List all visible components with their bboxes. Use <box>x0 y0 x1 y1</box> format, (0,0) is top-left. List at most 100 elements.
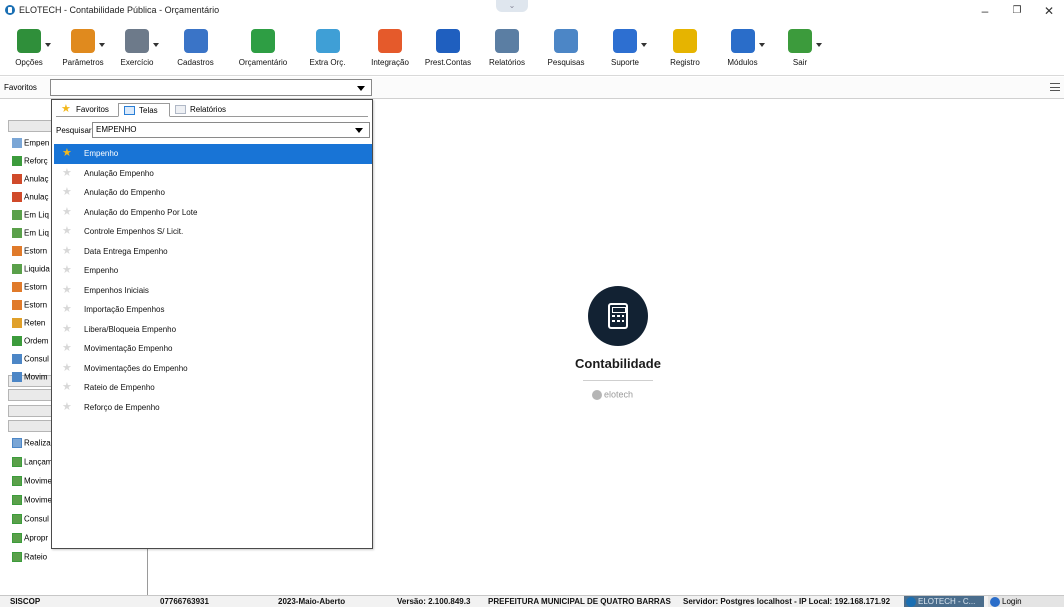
result-item[interactable]: ★ Libera/Bloqueia Empenho <box>54 320 372 340</box>
result-item[interactable]: ★ Controle Empenhos S/ Licit. <box>54 222 372 242</box>
result-item[interactable]: ★ Rateio de Empenho <box>54 378 372 398</box>
tab-telas[interactable]: Telas <box>118 103 170 117</box>
minimize-button[interactable]: – <box>970 0 1000 22</box>
panel-list-item[interactable]: Consul <box>12 354 52 372</box>
result-item[interactable]: ★ Movimentação Empenho <box>54 339 372 359</box>
panel-list-item[interactable]: Estorn <box>12 246 52 264</box>
tab-favoritos[interactable]: ★ Favoritos <box>56 103 118 117</box>
star-icon[interactable]: ★ <box>62 359 72 378</box>
status-system: SISCOP <box>10 597 41 606</box>
star-icon[interactable]: ★ <box>62 222 72 241</box>
panel-list-item[interactable]: Anulaç <box>12 174 52 192</box>
star-icon[interactable]: ★ <box>62 183 72 202</box>
panel-list-item[interactable]: Em Liq <box>12 210 52 228</box>
star-icon[interactable]: ★ <box>62 144 72 163</box>
result-item[interactable]: ★ Reforço de Empenho <box>54 398 372 418</box>
toolbar-budget-chart-button[interactable]: Orçamentário <box>230 27 296 73</box>
toolbar-modules-button[interactable]: Módulos <box>715 27 770 73</box>
star-icon[interactable]: ★ <box>62 242 72 261</box>
tab-relatorios[interactable]: Relatórios <box>170 103 236 117</box>
result-item[interactable]: ★ Anulação do Empenho <box>54 183 372 203</box>
chevron-down-icon[interactable] <box>758 43 765 47</box>
close-button[interactable]: ✕ <box>1034 0 1064 22</box>
taskbar-elotech-button[interactable]: ELOTECH - C... <box>904 596 984 607</box>
star-icon[interactable]: ★ <box>62 320 72 339</box>
star-icon[interactable]: ★ <box>62 378 72 397</box>
panel-list-item[interactable]: Realiza <box>12 438 52 456</box>
document-icon <box>12 552 22 562</box>
search-input[interactable]: EMPENHO <box>92 122 370 138</box>
favorites-select[interactable] <box>50 79 372 96</box>
document-icon <box>12 246 22 256</box>
result-item[interactable]: ★ Empenhos Iniciais <box>54 281 372 301</box>
toolbar-accountability-button[interactable]: Prest.Contas <box>420 27 476 73</box>
toolbar-item-label: Suporte <box>610 58 640 67</box>
toolbar-integration-button[interactable]: Integração <box>365 27 415 73</box>
toolbar-extra-budget-button[interactable]: Extra Orç. <box>300 27 355 73</box>
result-item[interactable]: ★ Importação Empenhos <box>54 300 372 320</box>
popup-tabs: ★ Favoritos Telas Relatórios <box>56 103 368 117</box>
star-icon[interactable]: ★ <box>62 398 72 417</box>
star-icon[interactable]: ★ <box>62 164 72 183</box>
result-item[interactable]: ★ Empenho <box>54 261 372 281</box>
toolbar-reports-button[interactable]: Relatórios <box>484 27 530 73</box>
status-code: 07766763931 <box>160 597 209 606</box>
chevron-down-icon[interactable] <box>153 43 159 47</box>
results-list: ★ Empenho ★ Anulação Empenho ★ Anulação do Em… <box>54 144 372 417</box>
toolbar-parameters-button[interactable]: Parâmetros <box>57 27 109 73</box>
panel-list-item[interactable]: Lançam <box>12 457 52 475</box>
panel-item-label: Reten <box>24 318 46 328</box>
panel-list-item[interactable]: Movim <box>12 372 52 390</box>
star-icon[interactable]: ★ <box>62 339 72 358</box>
panel-item-label: Em Liq <box>24 228 49 238</box>
result-item[interactable]: ★ Data Entrega Empenho <box>54 242 372 262</box>
menu-icon[interactable] <box>1050 83 1060 91</box>
star-icon: ★ <box>61 103 71 115</box>
status-period: 2023-Maio-Aberto <box>278 597 346 606</box>
chevron-down-icon[interactable] <box>99 43 105 47</box>
chevron-down-icon[interactable] <box>816 43 822 47</box>
star-icon[interactable]: ★ <box>62 261 72 280</box>
panel-list-item[interactable]: Rateio <box>12 552 52 570</box>
toolbar-support-button[interactable]: Suporte <box>600 27 650 73</box>
maximize-button[interactable]: ❐ <box>1002 0 1032 22</box>
result-item[interactable]: ★ Movimentações do Empenho <box>54 359 372 379</box>
panel-list-item[interactable]: Movime <box>12 476 52 494</box>
document-icon <box>12 533 22 543</box>
panel-list-item[interactable]: Reforç <box>12 156 52 174</box>
star-icon[interactable]: ★ <box>62 281 72 300</box>
star-icon[interactable]: ★ <box>62 300 72 319</box>
chevron-down-icon[interactable]: ⌄ <box>496 0 528 12</box>
extra-budget-icon <box>315 29 340 53</box>
panel-list-item[interactable]: Movime <box>12 495 52 513</box>
panel-list-item[interactable]: Estorn <box>12 282 52 300</box>
panel-list-item[interactable]: Ordem <box>12 336 52 354</box>
toolbar-exit-button[interactable]: Sair <box>780 27 822 73</box>
dropdown-arrow-icon[interactable] <box>355 128 363 133</box>
result-item[interactable]: ★ Anulação do Empenho Por Lote <box>54 203 372 223</box>
toolbar-search-db-button[interactable]: Pesquisas <box>540 27 592 73</box>
toolbar-calendar-button[interactable]: Exercício <box>112 27 162 73</box>
panel-list-item[interactable]: Empen <box>12 138 52 156</box>
taskbar-login-button[interactable]: Login <box>988 596 1064 607</box>
result-item-label: Libera/Bloqueia Empenho <box>84 324 177 334</box>
result-item[interactable]: ★ Anulação Empenho <box>54 164 372 184</box>
toolbar-options-button[interactable]: Opções <box>4 27 54 73</box>
panel-list-item[interactable]: Em Liq <box>12 228 52 246</box>
toolbar-lock-button[interactable]: Registro <box>662 27 708 73</box>
panel-list-item[interactable]: Apropr <box>12 533 52 551</box>
toolbar-registers-button[interactable]: Cadastros <box>168 27 223 73</box>
panel-item-label: Estorn <box>24 300 48 310</box>
chevron-down-icon[interactable] <box>45 43 51 47</box>
chevron-down-icon[interactable] <box>641 43 647 47</box>
star-icon[interactable]: ★ <box>62 203 72 222</box>
panel-item-label: Rateio <box>24 552 48 562</box>
panel-list-item[interactable]: Anulaç <box>12 192 52 210</box>
document-icon <box>12 264 22 274</box>
dropdown-arrow-icon[interactable] <box>357 86 365 91</box>
panel-list-item[interactable]: Consul <box>12 514 52 532</box>
panel-list-item[interactable]: Estorn <box>12 300 52 318</box>
panel-list-item[interactable]: Reten <box>12 318 52 336</box>
panel-list-item[interactable]: Liquida <box>12 264 52 282</box>
result-item[interactable]: ★ Empenho <box>54 144 372 164</box>
